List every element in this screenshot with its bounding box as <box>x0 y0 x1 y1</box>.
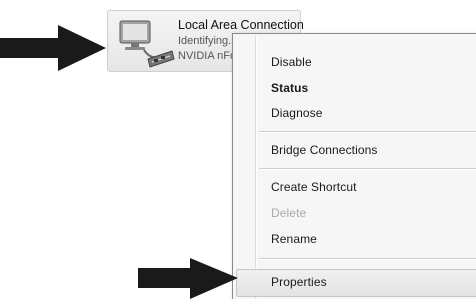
menu-item-diagnose[interactable]: Diagnose <box>271 106 323 120</box>
menu-item-rename[interactable]: Rename <box>271 232 317 246</box>
context-menu: Disable Status Diagnose Bridge Connectio… <box>232 33 476 299</box>
menu-item-status[interactable]: Status <box>271 81 308 95</box>
menu-item-properties[interactable]: Properties <box>271 275 327 289</box>
menu-separator <box>259 168 476 170</box>
screenshot-stage: Local Area Connection Identifying... NVI… <box>0 0 476 299</box>
menu-item-create-shortcut[interactable]: Create Shortcut <box>271 180 357 194</box>
right-arrow-icon <box>0 25 106 71</box>
menu-item-delete: Delete <box>271 206 307 220</box>
adapter-status: Identifying... <box>178 35 238 47</box>
menu-gutter <box>255 36 257 299</box>
menu-item-disable[interactable]: Disable <box>271 55 312 69</box>
right-arrow-icon <box>138 258 238 299</box>
adapter-name: Local Area Connection <box>178 18 304 32</box>
menu-separator <box>259 131 476 133</box>
menu-separator <box>259 258 476 260</box>
menu-item-bridge-connections[interactable]: Bridge Connections <box>271 143 378 157</box>
network-adapter-icon <box>119 20 175 68</box>
